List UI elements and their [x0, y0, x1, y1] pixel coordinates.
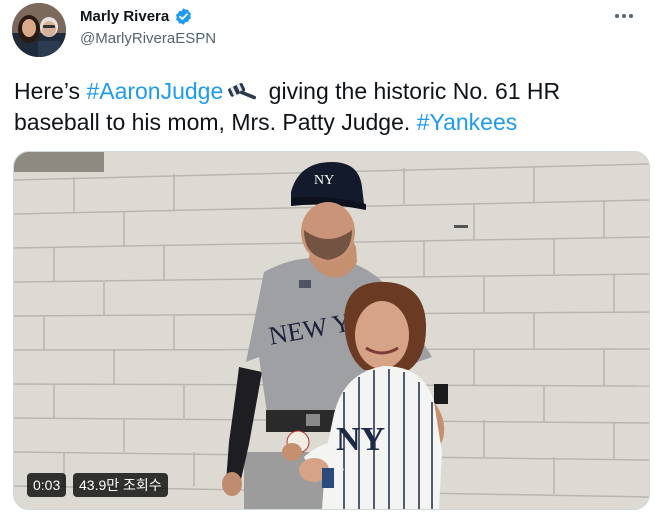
author-handle[interactable]: @MarlyRiveraESPN — [80, 30, 216, 47]
video-frame: NEW YORK NY NY — [14, 152, 649, 509]
video-player[interactable]: NEW YORK NY NY 0:03 43.9만 조회수 — [13, 151, 650, 510]
tweet-text: Here’s #AaronJudge giving the historic N… — [14, 76, 644, 138]
gavel-icon — [226, 79, 258, 101]
video-view-count: 43.9만 조회수 — [73, 473, 168, 497]
author-avatar[interactable] — [12, 3, 66, 57]
hashtag-yankees-link[interactable]: #Yankees — [417, 109, 518, 135]
svg-text:NY: NY — [336, 421, 385, 458]
author-display-name[interactable]: Marly Rivera — [80, 8, 169, 25]
hashtag-aaronjudge-link[interactable]: #AaronJudge — [86, 78, 223, 104]
more-options-button[interactable] — [613, 6, 635, 26]
more-horizontal-icon — [615, 14, 633, 18]
svg-text:NY: NY — [314, 173, 334, 188]
verified-badge-icon — [174, 7, 193, 26]
author-name-row: Marly Rivera — [80, 7, 193, 26]
video-elapsed-time: 0:03 — [27, 473, 67, 497]
avatar-photo — [12, 3, 66, 57]
tweet-text-part: Here’s — [14, 78, 87, 104]
